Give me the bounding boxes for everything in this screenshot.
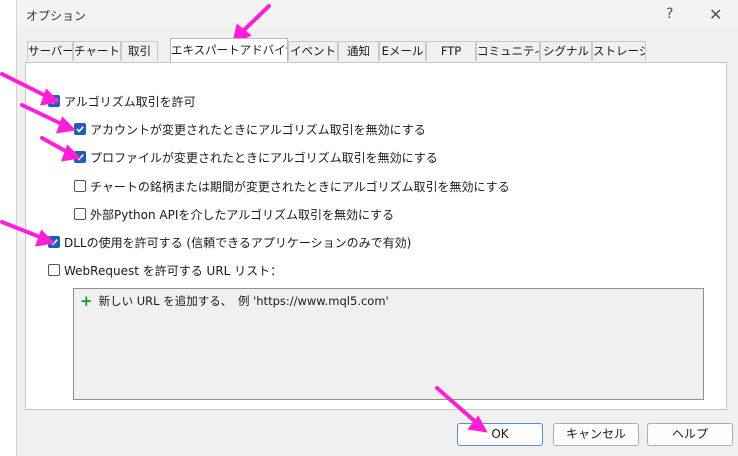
plus-icon: + [80,292,93,310]
help-icon[interactable]: ? [666,6,673,22]
cancel-button[interactable]: キャンセル [553,423,639,446]
tab-trade[interactable]: 取引 [121,41,158,61]
add-url-placeholder: 新しい URL を追加する、 例 'https://www.mql5.com' [98,294,389,308]
close-icon[interactable]: ✕ [709,5,722,24]
webrequest-url-list[interactable]: + 新しい URL を追加する、 例 'https://www.mql5.com… [73,288,704,400]
tab-ftp[interactable]: FTP [426,41,476,61]
tab-events[interactable]: イベント [288,41,338,61]
option-allow-dll-imports[interactable]: DLLの使用を許可する (信頼できるアプリケーションのみで有効) [48,234,411,250]
option-allow-algo-trading[interactable]: アルゴリズム取引を許可 [48,93,196,109]
checkbox-unchecked-icon[interactable] [48,264,60,276]
option-label: WebRequest を許可する URL リスト： [64,263,283,278]
checkbox-checked-icon[interactable] [48,95,60,107]
tab-storage[interactable]: ストレージ [592,41,646,61]
help-button[interactable]: ヘルプ [647,423,733,446]
option-disable-on-account-change[interactable]: アカウントが変更されたときにアルゴリズム取引を無効にする [74,121,426,137]
options-dialog: オプション ? ✕ サーバー チャート 取引 エキスパートアドバイザ イベント … [16,0,738,456]
checkbox-checked-icon[interactable] [48,236,60,248]
option-label: チャートの銘柄または期間が変更されたときにアルゴリズム取引を無効にする [90,179,510,194]
option-disable-on-symbol-change[interactable]: チャートの銘柄または期間が変更されたときにアルゴリズム取引を無効にする [74,178,510,194]
option-label: 外部Python APIを介したアルゴリズム取引を無効にする [90,207,395,222]
checkbox-checked-icon[interactable] [74,123,86,135]
checkbox-unchecked-icon[interactable] [74,208,86,220]
tab-server[interactable]: サーバー [27,41,73,61]
checkbox-checked-icon[interactable] [74,151,86,163]
option-disable-external-python-api[interactable]: 外部Python APIを介したアルゴリズム取引を無効にする [74,206,394,222]
add-url-item[interactable]: + 新しい URL を追加する、 例 'https://www.mql5.com… [80,293,389,309]
title-bar: オプション ? ✕ [17,0,738,30]
tab-email[interactable]: Eメール [379,41,426,61]
tab-notifications[interactable]: 通知 [338,41,379,61]
tab-community[interactable]: コミュニティー [476,41,540,61]
tab-expert-advisors[interactable]: エキスパートアドバイザ [170,38,288,62]
option-label: アルゴリズム取引を許可 [64,94,196,109]
dialog-title: オプション [26,9,87,23]
option-label: アカウントが変更されたときにアルゴリズム取引を無効にする [90,122,426,137]
option-label: DLLの使用を許可する (信頼できるアプリケーションのみで有効) [64,235,412,250]
tab-chart[interactable]: チャート [73,41,121,61]
checkbox-unchecked-icon[interactable] [74,180,86,192]
option-disable-on-profile-change[interactable]: プロファイルが変更されたときにアルゴリズム取引を無効にする [74,149,438,165]
ok-button[interactable]: OK [457,423,543,446]
tab-signals[interactable]: シグナル [540,41,592,61]
option-allow-webrequest[interactable]: WebRequest を許可する URL リスト： [48,262,282,278]
expert-advisors-panel: アルゴリズム取引を許可 アカウントが変更されたときにアルゴリズム取引を無効にする… [25,62,727,410]
option-label: プロファイルが変更されたときにアルゴリズム取引を無効にする [90,150,438,165]
